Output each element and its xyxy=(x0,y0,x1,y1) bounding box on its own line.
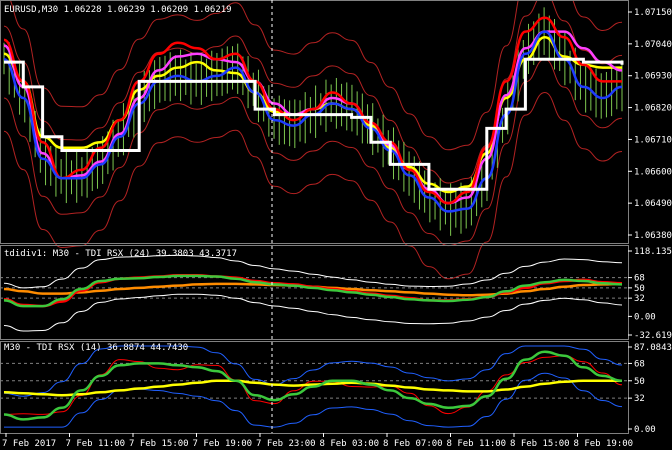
time-tick-label: 7 Feb 2017 xyxy=(2,439,56,449)
band-upper-1 xyxy=(3,0,623,184)
time-tick-label: 8 Feb 15:00 xyxy=(510,439,570,449)
indicator1-label: tdidiv1: M30 - TDI RSX (24) 39.3803 43.3… xyxy=(4,249,237,259)
price-axis: 1.07150 1.07040 1.06930 1.06820 1.06710 1.066… xyxy=(628,8,672,241)
band-lower-1 xyxy=(3,58,623,247)
price-tick-label: 1.06930 xyxy=(634,72,672,82)
price-line-white xyxy=(4,57,624,191)
price-tick-label: 1.06490 xyxy=(634,199,672,209)
time-tick-label: 7 Feb 23:00 xyxy=(256,439,316,449)
time-tick-label: 8 Feb 19:00 xyxy=(574,439,634,449)
ind-tick-label: 32 xyxy=(634,394,645,404)
ind-tick-label: 50 xyxy=(634,284,645,294)
pane-frames xyxy=(0,0,629,434)
price-tick-label: 1.06820 xyxy=(634,104,672,114)
ind-tick-label: 87.0843 xyxy=(634,343,672,353)
ind2-axis: 87.0843 68 50 32 0.00 xyxy=(628,343,672,435)
ind-tick-label: -32.6198 xyxy=(634,331,672,341)
time-tick-label: 8 Feb 03:00 xyxy=(320,439,380,449)
ind-tick-label: 0.00 xyxy=(634,312,656,322)
indicator2-label: M30 - TDI RSX (14) 36.8874 44.7430 xyxy=(4,343,188,353)
ind-tick-label: 32 xyxy=(634,294,645,304)
price-tick-label: 1.07040 xyxy=(634,40,672,50)
ind-tick-label: 118.1352 xyxy=(634,247,672,257)
price-tick-label: 1.06380 xyxy=(634,231,672,241)
ind2-band-upper xyxy=(3,345,623,397)
ind2-line-yellow xyxy=(3,379,622,397)
symbol-info: EURUSD,M30 1.06228 1.06239 1.06209 1.062… xyxy=(4,5,232,15)
ind-tick-label: 68 xyxy=(634,274,645,284)
ind1-axis: 118.1352 685032 0.00 -32.6198 xyxy=(628,247,672,341)
time-tick-label: 7 Feb 19:00 xyxy=(193,439,253,449)
tdi-rsx-14-pane[interactable] xyxy=(0,345,628,428)
time-axis: 7 Feb 2017 7 Feb 11:00 7 Feb 15:00 7 Feb 19… xyxy=(2,433,633,449)
price-frame xyxy=(0,0,629,244)
ind1-frame xyxy=(0,245,629,340)
price-tick-label: 1.06600 xyxy=(634,167,672,177)
band-upper-2 xyxy=(9,0,623,151)
time-tick-label: 8 Feb 07:00 xyxy=(383,439,443,449)
ind-tick-label: 0.00 xyxy=(634,425,656,435)
ind-tick-label: 50 xyxy=(634,377,645,387)
time-tick-label: 7 Feb 11:00 xyxy=(66,439,126,449)
ind-tick-label: 68 xyxy=(634,359,645,369)
time-tick-label: 8 Feb 11:00 xyxy=(447,439,507,449)
ind1-envelope-lower xyxy=(3,293,623,332)
tdi-rsx-24-pane[interactable] xyxy=(0,254,628,332)
price-pane[interactable] xyxy=(3,0,624,280)
chart-window[interactable]: 1.07150 1.07040 1.06930 1.06820 1.06710 1.066… xyxy=(0,0,672,450)
price-tick-label: 1.07150 xyxy=(634,8,672,18)
time-tick-label: 7 Feb 15:00 xyxy=(129,439,189,449)
price-tick-label: 1.06710 xyxy=(634,135,672,145)
